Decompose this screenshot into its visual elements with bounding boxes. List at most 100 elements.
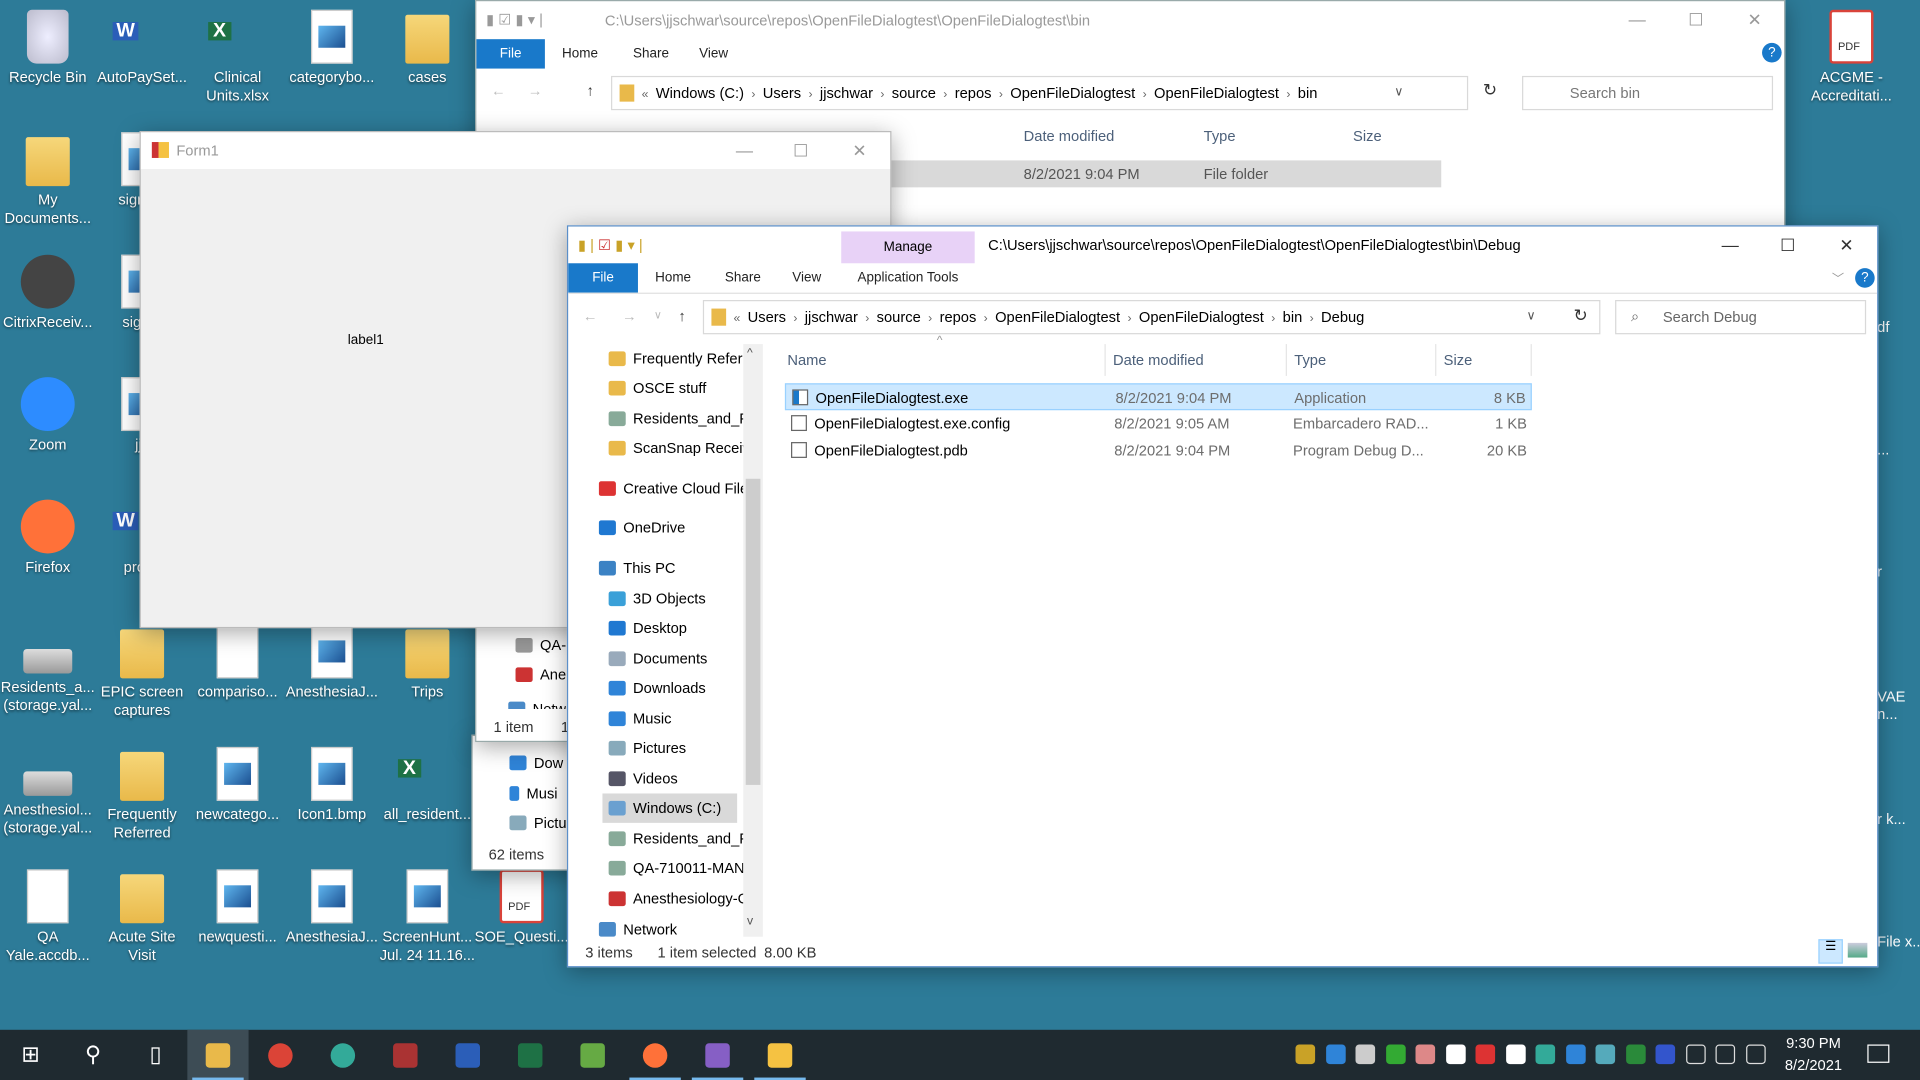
nav-item[interactable]: Ane	[515, 660, 566, 689]
minimize-button[interactable]: —	[1702, 227, 1758, 264]
taskbar-calculator-button[interactable]	[375, 1030, 436, 1080]
recent-locations-button[interactable]: ∨	[654, 309, 662, 322]
clock-date[interactable]: 8/2/2021	[1776, 1057, 1852, 1074]
taskbar-file-explorer-button[interactable]	[187, 1029, 249, 1080]
desktop-icon-label-clipped[interactable]: VAE n...	[1877, 688, 1920, 722]
taskbar-excel-button[interactable]	[500, 1030, 561, 1080]
tab-file[interactable]: File	[476, 39, 545, 69]
up-button[interactable]: ↑	[678, 307, 685, 324]
breadcrumb-separator-icon[interactable]: ›	[928, 312, 932, 325]
breadcrumb-item[interactable]: Users	[748, 309, 786, 326]
desktop-icon-newcatego[interactable]: newcatego...	[190, 746, 286, 824]
defender-warning-icon[interactable]	[1505, 1044, 1526, 1065]
column-type[interactable]: Type	[1204, 127, 1236, 144]
action-center-icon[interactable]	[1867, 1044, 1890, 1063]
taskbar-firefox-button[interactable]	[624, 1030, 685, 1080]
desktop-icon-clinical-units-xlsx[interactable]: Clinical Units.xlsx	[190, 10, 286, 106]
column-size[interactable]: Size	[1353, 127, 1382, 144]
nav-item[interactable]: Netw	[508, 694, 566, 709]
tab-home[interactable]: Home	[640, 263, 705, 292]
nav-item[interactable]: Windows (C:)	[602, 793, 738, 823]
clock-time[interactable]: 9:30 PM	[1785, 1035, 1841, 1052]
address-dropdown-icon[interactable]: ∨	[1394, 77, 1403, 109]
scroll-up-arrow[interactable]: ^	[747, 347, 753, 360]
address-dropdown-icon[interactable]: ∨	[1527, 301, 1536, 333]
overflow-chevron-icon[interactable]: «	[642, 88, 649, 101]
breadcrumb-item[interactable]: Windows (C:)	[656, 84, 744, 101]
breadcrumb-item[interactable]: Users	[763, 84, 801, 101]
remote-icon[interactable]	[1655, 1044, 1676, 1065]
file-row[interactable]: OpenFileDialogtest.pdb 8/2/2021 9:04 PM …	[785, 437, 1532, 464]
file-row[interactable]: 8/2/2021 9:04 PM File folder	[858, 160, 1442, 188]
desktop-icon-residents-a-storage-yal[interactable]: Residents_a... (storage.yal...	[0, 624, 96, 715]
breadcrumb-separator-icon[interactable]: ›	[808, 88, 812, 101]
breadcrumb-item[interactable]: repos	[940, 309, 977, 326]
taskbar-visual-studio-button[interactable]	[687, 1030, 748, 1080]
nav-item[interactable]: Downloads	[608, 673, 744, 702]
breadcrumb-separator-icon[interactable]: ›	[1143, 88, 1147, 101]
breadcrumb-item[interactable]: repos	[955, 84, 992, 101]
taskbar-chrome-button[interactable]	[250, 1030, 311, 1080]
network-globe-icon[interactable]	[1535, 1044, 1556, 1065]
file-row[interactable]: OpenFileDialogtest.exe 8/2/2021 9:04 PM …	[784, 383, 1532, 411]
refresh-button[interactable]: ↻	[1483, 80, 1497, 101]
nav-item[interactable]: Pictures	[608, 733, 744, 762]
tab-share[interactable]: Share	[710, 263, 775, 292]
breadcrumb-separator-icon[interactable]: ›	[1310, 312, 1314, 325]
desktop-icon-all-resident[interactable]: all_resident...	[380, 747, 476, 824]
large-icons-view-button[interactable]	[1847, 942, 1868, 958]
breadcrumb-item[interactable]: bin	[1298, 84, 1318, 101]
breadcrumb-separator-icon[interactable]: ›	[943, 88, 947, 101]
breadcrumb-separator-icon[interactable]: ›	[865, 312, 869, 325]
desktop-icon-categorybo[interactable]: categorybo...	[284, 9, 380, 87]
breadcrumb-item[interactable]: OpenFileDialogtest	[995, 309, 1120, 326]
breadcrumb-item[interactable]: OpenFileDialogtest	[1139, 309, 1264, 326]
column-name[interactable]: Name	[780, 344, 1106, 376]
tab-view[interactable]: View	[778, 263, 836, 292]
green-app-icon[interactable]	[1385, 1044, 1406, 1065]
desktop-icon-cases[interactable]: cases	[380, 10, 476, 87]
breadcrumb-item[interactable]: jjschwar	[805, 309, 858, 326]
breadcrumb-item[interactable]: OpenFileDialogtest	[1154, 84, 1279, 101]
desktop-icon-frequently-referred[interactable]: Frequently Referred	[94, 747, 190, 843]
explorer-window-debug[interactable]: ▮ | ☑ ▮ ▾ | Manage C:\Users\jjschwar\sou…	[566, 225, 1879, 968]
column-date-modified[interactable]: Date modified	[1106, 344, 1287, 376]
search-input[interactable]: Search Debug	[1615, 300, 1867, 335]
column-size[interactable]: Size	[1436, 344, 1532, 376]
context-tab-manage[interactable]: Manage	[841, 231, 975, 264]
lock-icon[interactable]	[1295, 1044, 1316, 1065]
desktop-icon-label-clipped[interactable]: r	[1877, 563, 1920, 580]
back-button[interactable]: ←	[491, 82, 506, 99]
nav-item[interactable]: ScanSnap Receiv	[608, 433, 743, 462]
taskbar-form-app-button[interactable]	[749, 1030, 810, 1080]
back-button[interactable]: ←	[583, 307, 598, 324]
minimize-button[interactable]: —	[1609, 1, 1665, 38]
desktop-icon-firefox[interactable]: Firefox	[0, 499, 96, 577]
desktop-icon-soe-questi[interactable]: SOE_Questi...	[474, 869, 570, 946]
vpn-icon[interactable]	[1325, 1044, 1346, 1065]
desktop-icon-recycle-bin[interactable]: Recycle Bin	[0, 9, 96, 87]
forward-button[interactable]: →	[528, 82, 543, 99]
desktop-icon-label-clipped[interactable]: File x...	[1877, 933, 1920, 950]
breadcrumb-item[interactable]: jjschwar	[820, 84, 873, 101]
nav-item[interactable]: Residents_and_Fe	[608, 824, 743, 853]
column-date-modified[interactable]: Date modified	[1024, 127, 1115, 144]
taskbar-globe-button[interactable]	[312, 1030, 373, 1080]
nav-item[interactable]: Residents_and_Fe	[608, 404, 743, 433]
scroll-down-arrow[interactable]: v	[747, 915, 753, 928]
tab-view[interactable]: View	[684, 39, 742, 68]
breadcrumb-separator-icon[interactable]: ›	[1286, 88, 1290, 101]
nav-item[interactable]: This PC	[598, 553, 743, 582]
desktop-icon-acute-site-visit[interactable]: Acute Site Visit	[94, 869, 190, 965]
nav-item[interactable]: Creative Cloud File	[598, 474, 743, 503]
desktop-icon-screenhunt-jul-24-11-16[interactable]: ScreenHunt... Jul. 24 11.16...	[380, 869, 476, 965]
desktop-icon-autopayset[interactable]: AutoPaySet...	[94, 10, 190, 87]
nav-item[interactable]: Pictu	[509, 808, 567, 837]
forward-button[interactable]: →	[622, 307, 637, 324]
pen-icon[interactable]	[1355, 1044, 1376, 1065]
taskbar-start-button[interactable]: ⊞	[0, 1030, 61, 1080]
desktop-icon-acgme-accreditati[interactable]: ACGME - Accreditati...	[1804, 9, 1900, 106]
desktop-icon-citrixreceiv[interactable]: CitrixReceiv...	[0, 254, 96, 332]
overflow-chevron-icon[interactable]: «	[733, 312, 740, 325]
maximize-button[interactable]: ☐	[1760, 227, 1816, 264]
